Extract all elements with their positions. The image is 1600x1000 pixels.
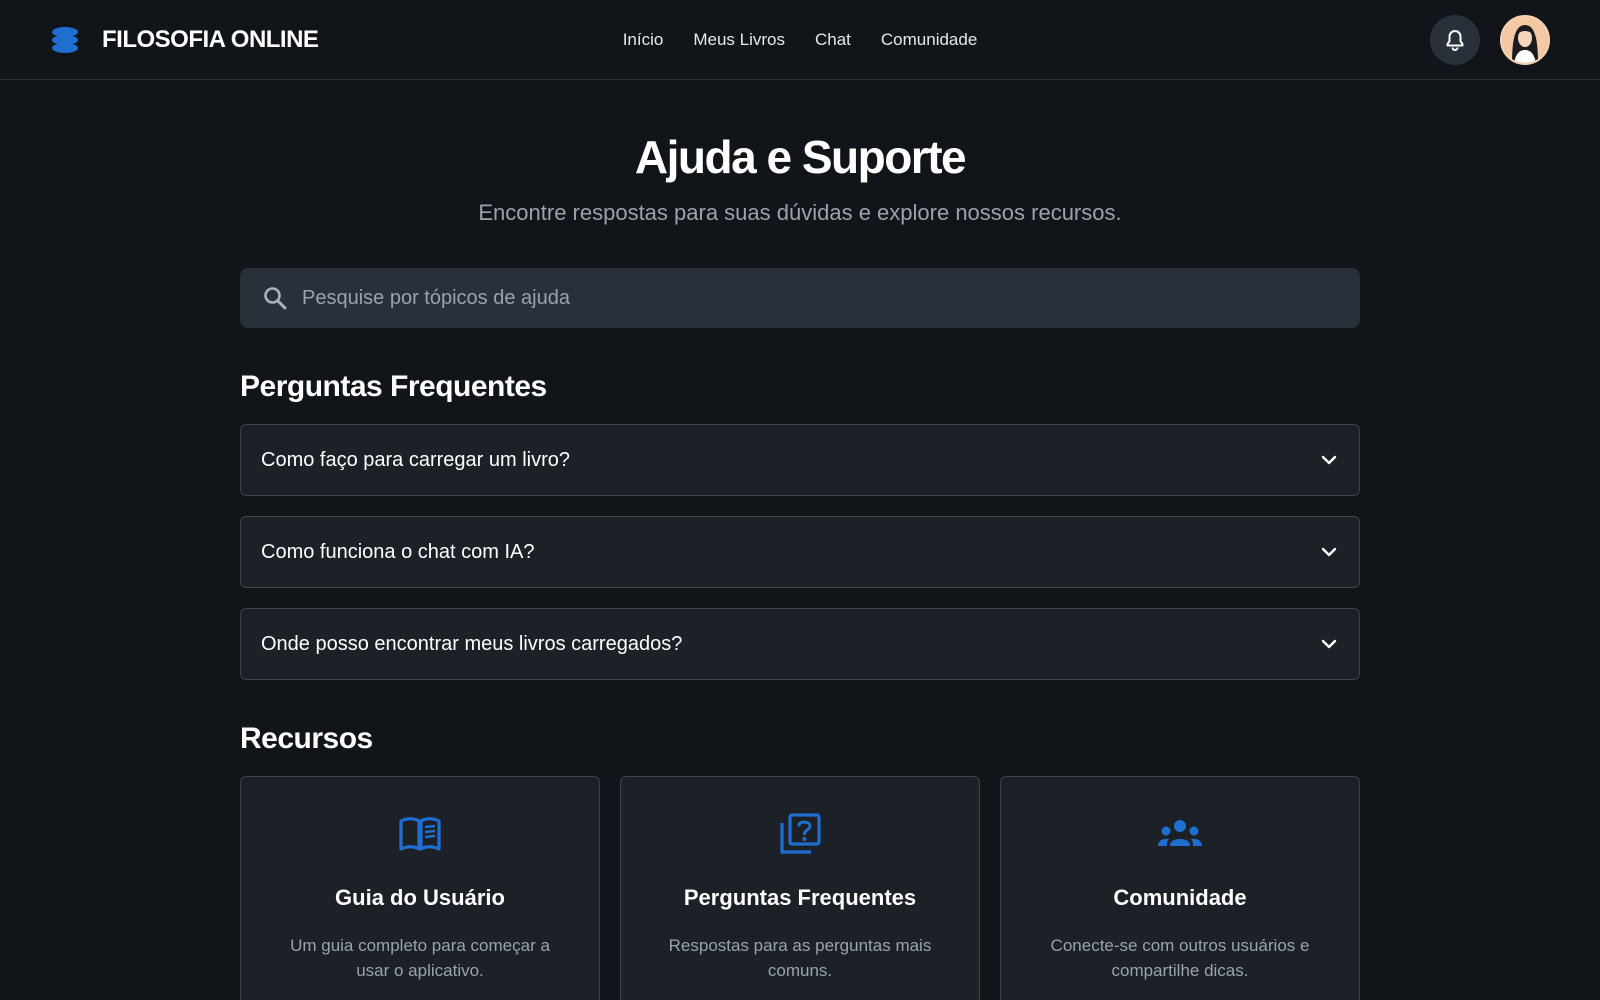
resource-title: Comunidade (1113, 885, 1247, 910)
nav-comunidade[interactable]: Comunidade (881, 30, 977, 50)
faq-item[interactable]: Como funciona o chat com IA? (240, 516, 1360, 588)
help-main: Ajuda e Suporte Encontre respostas para … (240, 80, 1360, 1000)
brand-name: FILOSOFIA ONLINE (102, 25, 319, 53)
faq-question: Como funciona o chat com IA? (261, 540, 535, 563)
avatar[interactable] (1500, 14, 1550, 65)
resource-title: Guia do Usuário (335, 885, 505, 910)
faq-question: Como faço para carregar um livro? (261, 448, 571, 471)
search-input[interactable] (302, 286, 1338, 310)
notifications-button[interactable] (1430, 14, 1480, 65)
page-title: Ajuda e Suporte (634, 131, 967, 183)
header-actions (1430, 14, 1550, 65)
question-library-icon (780, 813, 821, 854)
resource-card-faq[interactable]: Perguntas Frequentes Respostas para as p… (620, 776, 980, 1000)
resources-section-title: Recursos (240, 722, 373, 755)
search-icon (264, 287, 287, 310)
resource-title: Perguntas Frequentes (683, 885, 917, 910)
book-icon (399, 817, 441, 851)
chevron-down-icon (1321, 455, 1337, 465)
faq-section-title: Perguntas Frequentes (240, 370, 547, 403)
resource-description: Um guia completo para começar a usar o a… (290, 936, 550, 980)
faq-question: Onde posso encontrar meus livros carrega… (261, 632, 683, 655)
resource-card-community[interactable]: Comunidade Conecte-se com outros usuário… (1000, 776, 1360, 1000)
main-nav: Início Meus Livros Chat Comunidade (623, 0, 978, 80)
chevron-down-icon (1321, 547, 1337, 557)
nav-inicio[interactable]: Início (623, 30, 664, 50)
faq-item[interactable]: Onde posso encontrar meus livros carrega… (240, 608, 1360, 680)
page-subtitle: Encontre respostas para suas dúvidas e e… (478, 200, 1122, 225)
chevron-down-icon (1321, 639, 1337, 649)
faq-item[interactable]: Como faço para carregar um livro? (240, 424, 1360, 496)
resources-grid: Guia do Usuário Um guia completo para co… (240, 776, 1360, 1000)
bell-icon (1446, 29, 1464, 51)
nav-chat[interactable]: Chat (815, 30, 851, 50)
faq-list: Como faço para carregar um livro? Como f… (240, 424, 1360, 680)
resource-description: Conecte-se com outros usuários e compart… (1050, 936, 1310, 980)
resource-description: Respostas para as perguntas mais comuns. (668, 936, 932, 980)
logo-icon (52, 26, 78, 53)
groups-icon (1158, 820, 1202, 846)
top-header: FILOSOFIA ONLINE Início Meus Livros Chat… (0, 0, 1600, 80)
brand[interactable]: FILOSOFIA ONLINE (50, 25, 319, 55)
search-bar[interactable] (240, 268, 1360, 328)
user-portrait-icon (1502, 16, 1548, 63)
nav-meus-livros[interactable]: Meus Livros (693, 30, 785, 50)
resource-card-user-guide[interactable]: Guia do Usuário Um guia completo para co… (240, 776, 600, 1000)
